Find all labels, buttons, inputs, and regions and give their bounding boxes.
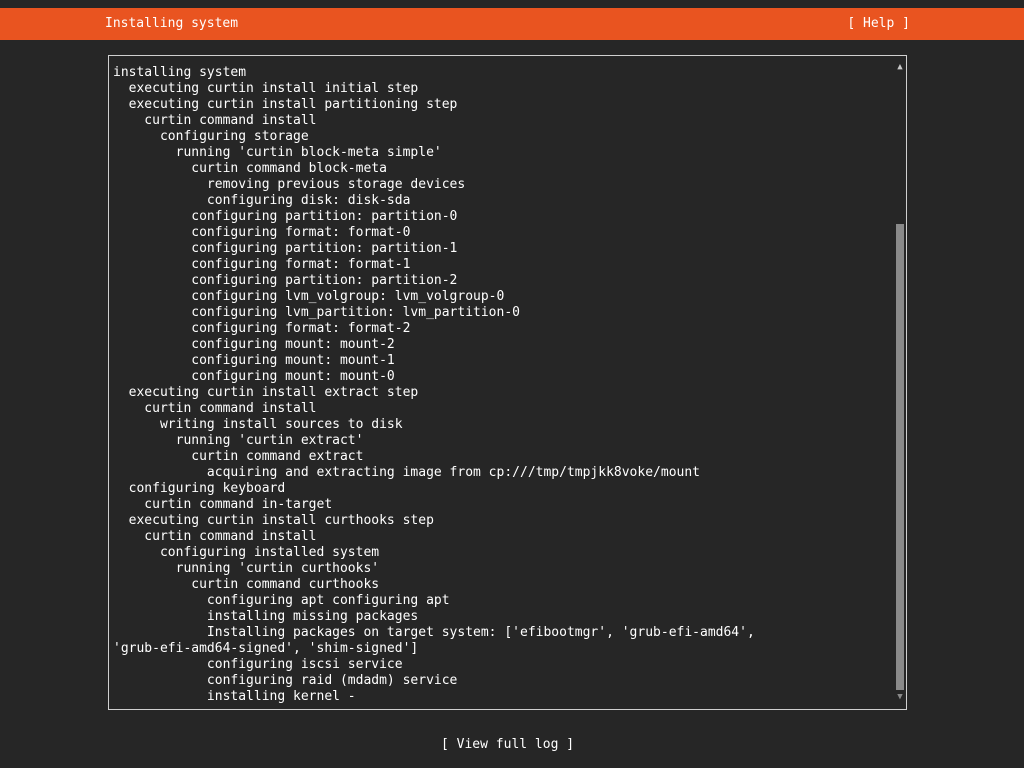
log-line: curtin command block-meta [113,161,387,176]
log-line: configuring partition: partition-2 [113,273,458,288]
log-line: configuring partition: partition-0 [113,209,458,224]
log-line: installing system [113,65,247,80]
log-line: acquiring and extracting image from cp:/… [113,465,700,480]
help-button[interactable]: [ Help ] [847,16,910,32]
log-line: configuring lvm_volgroup: lvm_volgroup-0 [113,289,505,304]
log-scrollbar[interactable]: ▲ ▼ [896,62,904,702]
log-line: executing curtin install partitioning st… [113,97,458,112]
log-line: configuring iscsi service [113,657,403,672]
log-line: executing curtin install initial step [113,81,419,96]
scroll-thumb[interactable] [896,224,904,690]
log-line: configuring format: format-0 [113,225,411,240]
log-line: Installing packages on target system: ['… [113,625,755,640]
scroll-down-icon[interactable]: ▼ [896,692,904,702]
log-line: curtin command in-target [113,497,333,512]
install-log-text: installing system executing curtin insta… [113,65,893,705]
log-line: configuring apt configuring apt [113,593,450,608]
log-line: configuring keyboard [113,481,286,496]
title-bar: Installing system [ Help ] [0,8,1024,40]
log-line: removing previous storage devices [113,177,466,192]
log-line: configuring installed system [113,545,380,560]
log-line: configuring format: format-2 [113,321,411,336]
log-line: curtin command install [113,401,317,416]
log-line: running 'curtin block-meta simple' [113,145,442,160]
log-line: writing install sources to disk [113,417,403,432]
log-line: curtin command install [113,113,317,128]
log-line: running 'curtin curthooks' [113,561,380,576]
log-line: curtin command extract [113,449,364,464]
log-line: executing curtin install curthooks step [113,513,434,528]
log-line: configuring raid (mdadm) service [113,673,458,688]
scroll-up-icon[interactable]: ▲ [896,62,904,72]
log-line: configuring format: format-1 [113,257,411,272]
view-full-log-button[interactable]: [ View full log ] [441,737,574,753]
log-line: curtin command install [113,529,317,544]
log-line: configuring disk: disk-sda [113,193,411,208]
log-line: configuring mount: mount-0 [113,369,395,384]
log-line: installing missing packages [113,609,419,624]
log-line: configuring partition: partition-1 [113,241,458,256]
log-line: 'grub-efi-amd64-signed', 'shim-signed'] [113,641,419,656]
log-line: configuring mount: mount-2 [113,337,395,352]
log-line: executing curtin install extract step [113,385,419,400]
installer-screen: Installing system [ Help ] installing sy… [0,0,1024,768]
log-line: curtin command curthooks [113,577,380,592]
log-line: configuring mount: mount-1 [113,353,395,368]
log-line: installing kernel - [113,689,356,704]
log-line: configuring lvm_partition: lvm_partition… [113,305,520,320]
page-title: Installing system [105,16,239,31]
log-line: running 'curtin extract' [113,433,364,448]
log-line: configuring storage [113,129,309,144]
install-log-panel[interactable]: installing system executing curtin insta… [108,55,907,710]
